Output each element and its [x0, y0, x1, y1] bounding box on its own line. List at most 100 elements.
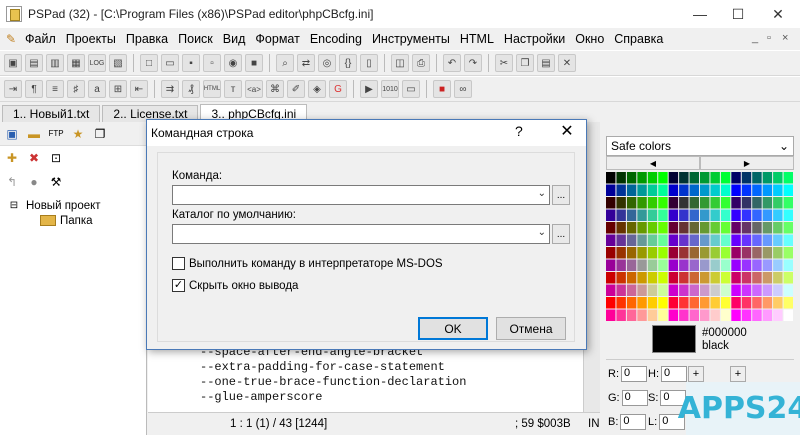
- palette-swatch[interactable]: [783, 184, 793, 197]
- palette-swatch[interactable]: [773, 284, 783, 297]
- palette-swatch[interactable]: [616, 197, 626, 209]
- palette-swatch[interactable]: [752, 184, 762, 197]
- palette-swatch[interactable]: [689, 184, 699, 197]
- palette-swatch[interactable]: [647, 234, 658, 247]
- palette-swatch[interactable]: [668, 234, 679, 247]
- palette-swatch[interactable]: [741, 297, 752, 309]
- maximize-button[interactable]: ☐: [718, 0, 758, 28]
- palette-swatch[interactable]: [762, 222, 773, 234]
- palette-swatch[interactable]: [616, 297, 626, 309]
- palette-swatch[interactable]: [700, 309, 710, 322]
- html-icon[interactable]: HTML: [203, 80, 221, 98]
- printer-icon[interactable]: ⎙: [412, 54, 430, 72]
- palette-swatch[interactable]: [710, 309, 720, 322]
- palette-swatch[interactable]: [679, 209, 689, 222]
- palette-swatch[interactable]: [679, 284, 689, 297]
- palette-swatch[interactable]: [616, 222, 626, 234]
- palette-swatch[interactable]: [606, 309, 616, 322]
- stop-icon[interactable]: ■: [433, 80, 451, 98]
- info-icon[interactable]: ●: [26, 174, 42, 190]
- palette-swatch[interactable]: [720, 184, 731, 197]
- palette-swatch[interactable]: [700, 247, 710, 259]
- undo-icon[interactable]: ↶: [443, 54, 461, 72]
- palette-swatch[interactable]: [783, 297, 793, 309]
- palette-swatch[interactable]: [647, 172, 658, 184]
- palette-swatch[interactable]: [773, 259, 783, 272]
- palette-swatch[interactable]: [773, 234, 783, 247]
- palette-swatch[interactable]: [668, 284, 679, 297]
- para-icon[interactable]: ⇥: [4, 80, 22, 98]
- palette-swatch[interactable]: [720, 222, 731, 234]
- palette-swatch[interactable]: [731, 309, 741, 322]
- palette-swatch[interactable]: [741, 209, 752, 222]
- menu-tools[interactable]: Инструменты: [367, 32, 455, 46]
- palette-swatch[interactable]: [762, 172, 773, 184]
- palette-swatch[interactable]: [658, 234, 668, 247]
- glasses-icon[interactable]: ∞: [454, 80, 472, 98]
- palette-swatch[interactable]: [679, 184, 689, 197]
- palette-swatch[interactable]: [637, 172, 647, 184]
- palette-swatch[interactable]: [762, 184, 773, 197]
- redo-icon[interactable]: ↷: [464, 54, 482, 72]
- palette-swatch[interactable]: [741, 284, 752, 297]
- msdos-checkbox-row[interactable]: Выполнить команду в интерпретаторе MS-DO…: [172, 257, 443, 270]
- palette-swatch[interactable]: [626, 197, 637, 209]
- text-small-icon[interactable]: ᴛ: [224, 80, 242, 98]
- palette-swatch[interactable]: [658, 272, 668, 284]
- google-icon[interactable]: G: [329, 80, 347, 98]
- palette-swatch[interactable]: [647, 197, 658, 209]
- palette-swatch[interactable]: [616, 259, 626, 272]
- palette-swatch[interactable]: [783, 234, 793, 247]
- chevron-down-icon[interactable]: ⌄: [538, 188, 546, 199]
- palette-swatch[interactable]: [606, 297, 616, 309]
- palette-swatch[interactable]: [762, 234, 773, 247]
- palette-swatch[interactable]: [626, 234, 637, 247]
- palette-swatch[interactable]: [741, 222, 752, 234]
- remove-file-icon[interactable]: ✖: [26, 150, 42, 166]
- menu-search[interactable]: Поиск: [173, 32, 218, 46]
- palette-swatch[interactable]: [720, 297, 731, 309]
- palette-swatch[interactable]: [710, 259, 720, 272]
- palette-swatch[interactable]: [762, 309, 773, 322]
- palette-swatch[interactable]: [762, 272, 773, 284]
- doc-menu-icon[interactable]: ✎: [4, 31, 18, 47]
- palette-swatch[interactable]: [679, 172, 689, 184]
- dialog-close-button[interactable]: ✕: [555, 121, 579, 141]
- hide-output-checkbox-row[interactable]: ✓ Скрыть окно вывода: [172, 279, 298, 292]
- palette-swatch[interactable]: [658, 209, 668, 222]
- palette-swatch[interactable]: [700, 184, 710, 197]
- palette-swatch[interactable]: [720, 284, 731, 297]
- palette-swatch[interactable]: [731, 197, 741, 209]
- dialog-help-button[interactable]: ?: [515, 123, 523, 139]
- palette-swatch[interactable]: [720, 259, 731, 272]
- palette-swatch[interactable]: [616, 284, 626, 297]
- palette-swatch[interactable]: [647, 272, 658, 284]
- palette-swatch[interactable]: [741, 272, 752, 284]
- palette-swatch[interactable]: [606, 222, 616, 234]
- palette-swatch[interactable]: [689, 247, 699, 259]
- palette-swatch[interactable]: [658, 259, 668, 272]
- palette-swatch[interactable]: [637, 297, 647, 309]
- palette-swatch[interactable]: [637, 209, 647, 222]
- palette-swatch[interactable]: [679, 222, 689, 234]
- palette-swatch[interactable]: [647, 184, 658, 197]
- palette-swatch[interactable]: [700, 222, 710, 234]
- palette-swatch[interactable]: [773, 197, 783, 209]
- r-input[interactable]: 0: [621, 366, 647, 382]
- palette-swatch[interactable]: [762, 284, 773, 297]
- palette-swatch[interactable]: [689, 309, 699, 322]
- palette-swatch[interactable]: [626, 222, 637, 234]
- palette-swatch[interactable]: [752, 222, 762, 234]
- palette-swatch[interactable]: [606, 259, 616, 272]
- rename-icon[interactable]: ↰: [4, 174, 20, 190]
- palette-swatch[interactable]: [606, 234, 616, 247]
- palette-swatch[interactable]: [626, 247, 637, 259]
- palette-swatch[interactable]: [637, 222, 647, 234]
- browse-command-button[interactable]: ...: [552, 185, 570, 205]
- view-icon[interactable]: ◈: [308, 80, 326, 98]
- menu-file[interactable]: Файл: [20, 32, 61, 46]
- palette-swatch[interactable]: [668, 197, 679, 209]
- palette-swatch[interactable]: [741, 259, 752, 272]
- palette-swatch[interactable]: [741, 197, 752, 209]
- palette-swatch[interactable]: [762, 197, 773, 209]
